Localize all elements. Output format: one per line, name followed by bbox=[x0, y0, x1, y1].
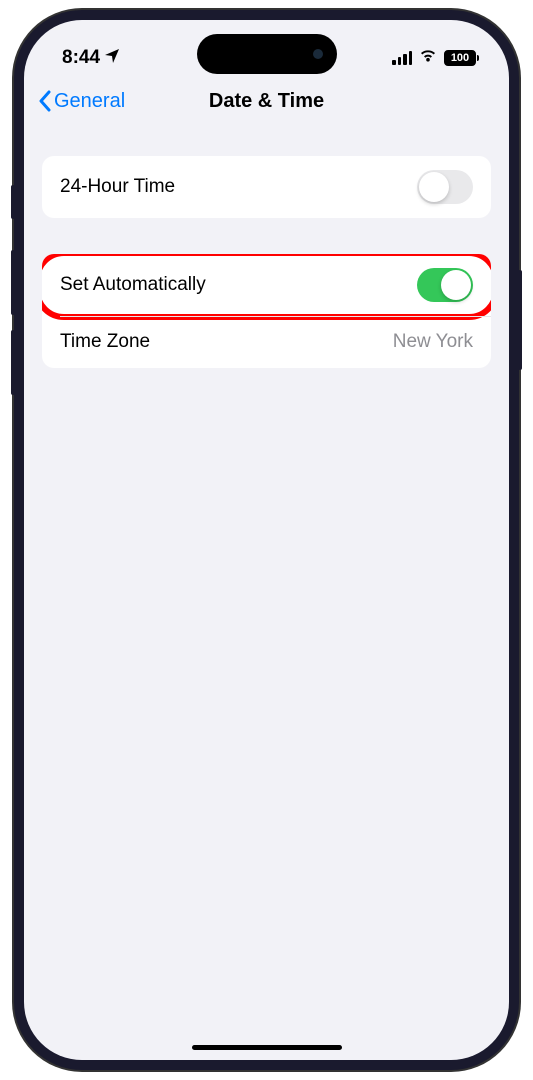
toggle-knob bbox=[441, 270, 471, 300]
volume-down-button bbox=[11, 330, 15, 395]
status-right: 100 bbox=[392, 48, 479, 68]
settings-group-automatic: Set Automatically Time Zone New York bbox=[42, 254, 491, 368]
toggle-24-hour-time[interactable] bbox=[417, 170, 473, 204]
row-24-hour-time[interactable]: 24-Hour Time bbox=[42, 156, 491, 218]
silent-switch bbox=[11, 185, 15, 219]
volume-up-button bbox=[11, 250, 15, 315]
battery-level: 100 bbox=[451, 52, 469, 64]
row-set-automatically[interactable]: Set Automatically bbox=[42, 254, 491, 316]
page-title: Date & Time bbox=[209, 90, 324, 113]
back-label: General bbox=[54, 90, 125, 113]
row-label: Set Automatically bbox=[60, 274, 206, 296]
settings-group-24hour: 24-Hour Time bbox=[42, 156, 491, 218]
back-button[interactable]: General bbox=[38, 90, 125, 113]
wifi-icon bbox=[418, 48, 438, 68]
phone-frame: 8:44 100 bbox=[14, 10, 519, 1070]
battery-icon: 100 bbox=[444, 50, 479, 66]
row-label: 24-Hour Time bbox=[60, 176, 175, 198]
power-button bbox=[518, 270, 522, 370]
row-value: New York bbox=[393, 331, 473, 353]
home-indicator[interactable] bbox=[192, 1045, 342, 1050]
chevron-left-icon bbox=[38, 90, 52, 112]
toggle-knob bbox=[419, 172, 449, 202]
row-label: Time Zone bbox=[60, 331, 150, 353]
phone-screen: 8:44 100 bbox=[24, 20, 509, 1060]
toggle-set-automatically[interactable] bbox=[417, 268, 473, 302]
navigation-bar: General Date & Time bbox=[24, 78, 509, 128]
status-time: 8:44 bbox=[62, 47, 100, 69]
cellular-signal-icon bbox=[392, 51, 412, 65]
content-area: 24-Hour Time Set Automatically Time Zone bbox=[24, 128, 509, 368]
location-services-icon bbox=[104, 48, 120, 69]
row-time-zone[interactable]: Time Zone New York bbox=[42, 316, 491, 368]
dynamic-island bbox=[197, 34, 337, 74]
status-left: 8:44 bbox=[62, 47, 120, 69]
